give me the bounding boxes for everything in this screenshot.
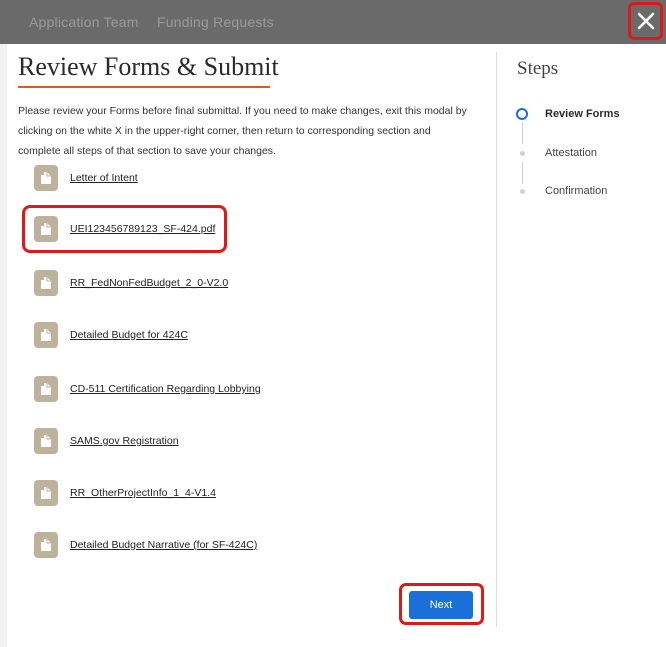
modal-title: Review Forms & Submit [18,52,279,81]
step-connector [522,162,523,184]
tab-funding-requests: Funding Requests [157,14,274,30]
form-link-detailed-budget[interactable]: Detailed Budget for 424C [70,329,188,341]
step-confirmation: Confirmation [517,185,607,197]
document-icon [34,428,58,454]
highlight-sf-424 [22,205,227,253]
document-icon [34,270,58,296]
form-item: RR_FedNonFedBudget_2_0-V2.0 [34,270,228,296]
intro-text: Please review your Forms before final su… [18,105,467,157]
step-attestation: Attestation [517,147,597,159]
step-review-forms: Review Forms [516,108,620,120]
step-pending-icon [520,188,525,194]
document-icon [34,532,58,558]
document-icon [34,322,58,348]
steps-title: Steps [517,58,559,79]
step-label: Review Forms [545,108,620,120]
document-icon [34,480,58,506]
background-header: Application Team Funding Requests [0,0,666,44]
form-item: RR_OtherProjectInfo_1_4-V1.4 [34,480,216,506]
tab-application-team: Application Team [29,14,139,30]
form-link-fednonfed-budget[interactable]: RR_FedNonFedBudget_2_0-V2.0 [70,277,228,289]
form-link-sams-registration[interactable]: SAMS.gov Registration [70,435,179,447]
form-item: Letter of Intent [34,165,138,191]
form-link-cd-511[interactable]: CD-511 Certification Regarding Lobbying [70,383,261,395]
form-link-budget-narrative[interactable]: Detailed Budget Narrative (for SF-424C) [70,539,257,551]
form-item: Detailed Budget for 424C [34,322,188,348]
step-connector [522,122,523,144]
step-label: Confirmation [545,185,608,197]
form-link-letter-of-intent[interactable]: Letter of Intent [70,172,138,184]
document-icon [34,376,58,402]
close-icon [637,12,654,30]
next-button[interactable]: Next [409,591,473,619]
close-button[interactable] [628,2,663,40]
form-item: SAMS.gov Registration [34,428,179,454]
form-item: CD-511 Certification Regarding Lobbying [34,376,261,402]
document-icon [34,165,58,191]
title-underline [18,86,270,88]
form-link-other-project-info[interactable]: RR_OtherProjectInfo_1_4-V1.4 [70,487,216,499]
form-item: Detailed Budget Narrative (for SF-424C) [34,532,257,558]
step-active-icon [516,108,528,120]
backdrop-edge [0,44,7,647]
step-pending-icon [520,150,525,156]
step-label: Attestation [545,147,597,159]
steps-divider [496,52,497,627]
